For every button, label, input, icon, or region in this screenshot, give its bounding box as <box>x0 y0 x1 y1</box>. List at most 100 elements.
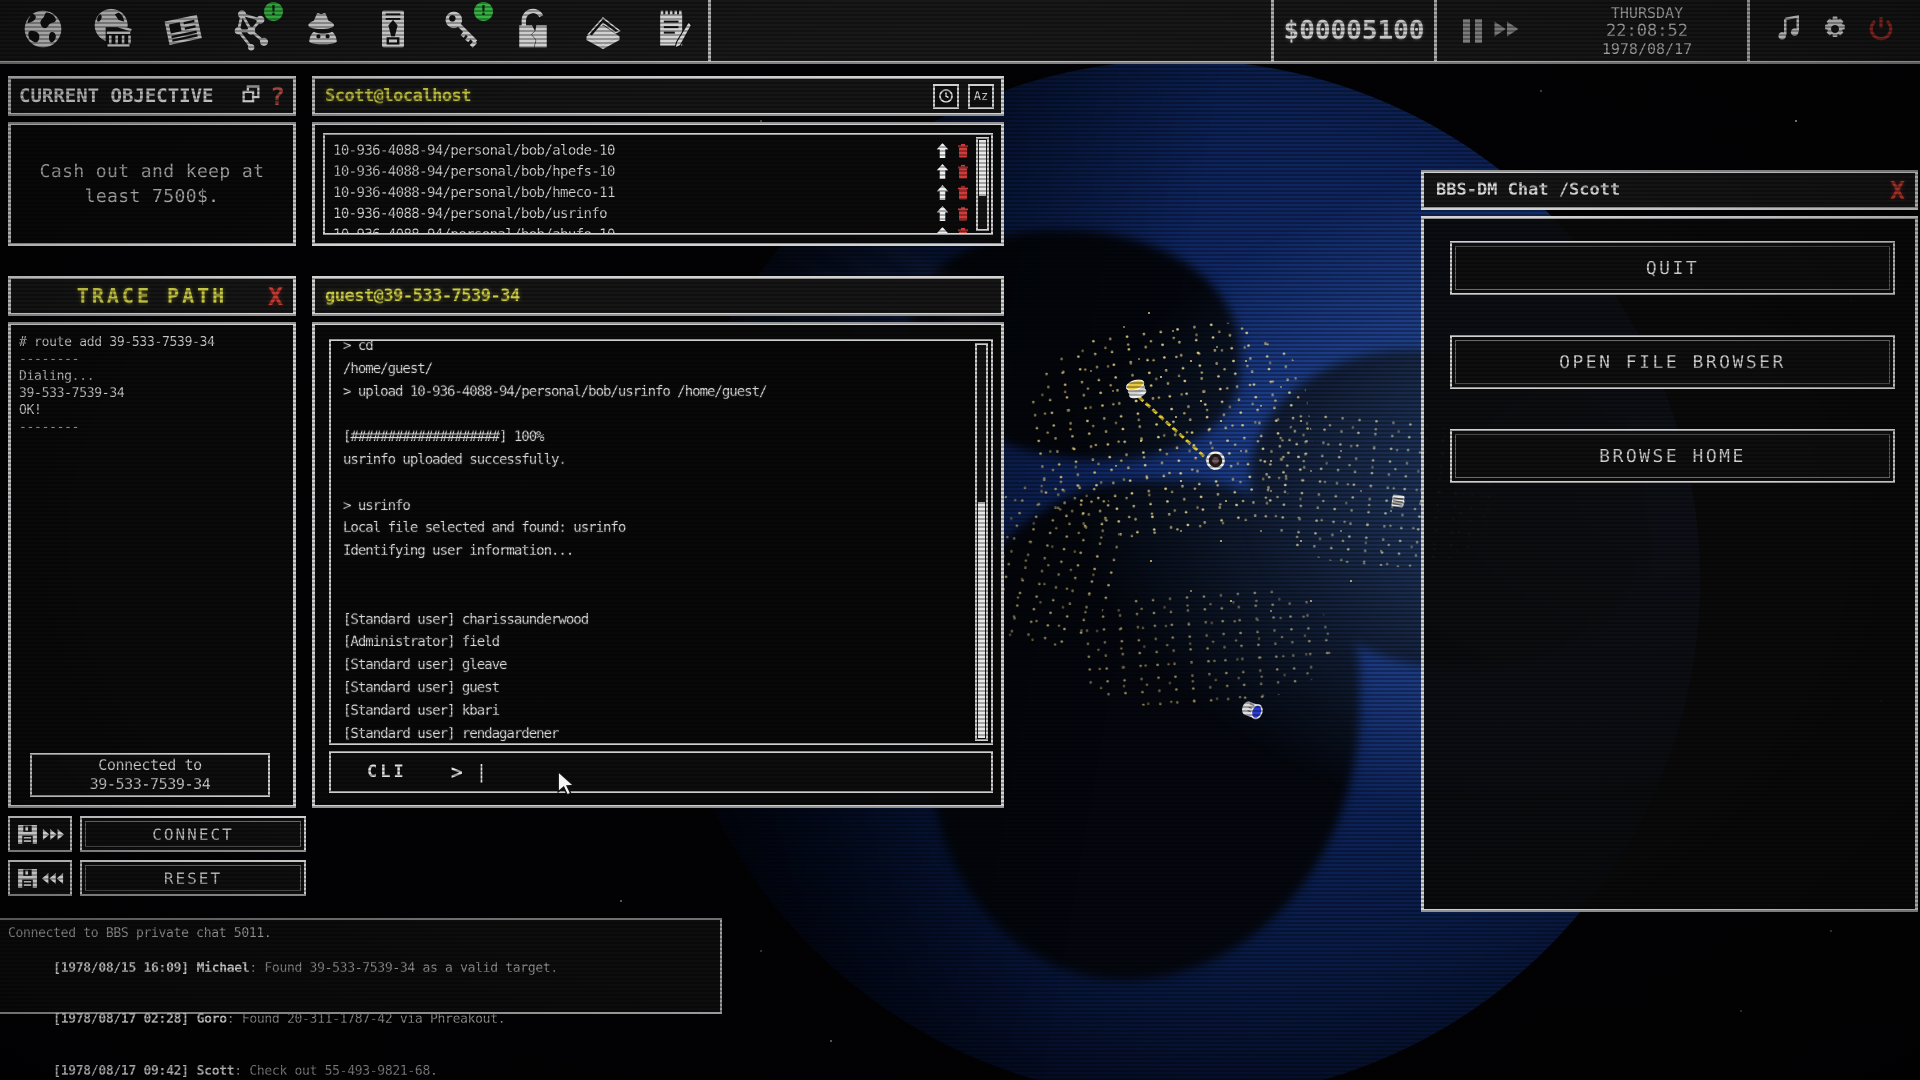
trace-log-line: OK! <box>19 402 285 419</box>
delete-icon[interactable] <box>957 164 969 179</box>
scrollbar[interactable] <box>976 137 989 231</box>
file-row[interactable]: 10-936-4088-94/personal/bob/hmeco-11 <box>333 182 969 203</box>
pause-button[interactable] <box>1463 19 1482 43</box>
terminal-line: [Standard user] gleave <box>343 654 965 677</box>
file-row[interactable]: 10-936-4088-94/personal/bob/hpefs-10 <box>333 161 969 182</box>
rewind-icon <box>42 872 64 885</box>
server-node-east-marker[interactable] <box>1390 494 1406 513</box>
money-display: $00005100 <box>1271 0 1437 63</box>
fast-forward-icon <box>42 828 64 841</box>
connect-button[interactable]: CONNECT <box>80 816 306 852</box>
cli-input[interactable]: CLI > | <box>329 751 993 793</box>
city-lights-north-africa <box>1076 581 1333 713</box>
upload-icon[interactable] <box>936 143 949 158</box>
file-manager-title: Scott@localhost <box>315 86 471 106</box>
restore-window-button[interactable] <box>240 84 262 109</box>
trace-log-line: -------- <box>19 351 285 368</box>
trace-panel-header: TRACE PATH X <box>8 276 296 316</box>
file-row[interactable]: 10-936-4088-94/personal/bob/usrinfo <box>333 203 969 224</box>
bbs-log-intro: Connected to BBS private chat 5011. <box>8 925 712 942</box>
toolbar-button-spy[interactable] <box>288 0 358 63</box>
music-button[interactable] <box>1774 14 1804 48</box>
save-rewind-button[interactable] <box>8 860 72 896</box>
delete-icon[interactable] <box>957 143 969 158</box>
toolbar-button-dossier[interactable] <box>358 0 428 63</box>
terminal-line: [Standard user] charissaunderwood <box>343 609 965 632</box>
delete-icon[interactable] <box>957 206 969 221</box>
time-controls <box>1437 0 1547 63</box>
trace-title: TRACE PATH <box>77 284 227 308</box>
terminal-line: [Standard user] guest <box>343 677 965 700</box>
floppy-icon <box>17 868 38 889</box>
server-node-south-marker[interactable] <box>1239 699 1266 726</box>
message-user: Goro <box>197 1012 227 1027</box>
scrollbar-thumb[interactable] <box>978 502 985 738</box>
terminal-line: [Standard user] kbari <box>343 700 965 723</box>
toolbar-button-news[interactable] <box>148 0 218 63</box>
sort-alpha-button[interactable]: Az <box>968 84 994 109</box>
notes-icon <box>651 7 695 55</box>
power-button[interactable] <box>1866 14 1896 48</box>
quit-button[interactable]: QUIT <box>1450 241 1895 295</box>
alert-badge: ! <box>264 2 283 21</box>
save-forward-button[interactable] <box>8 816 72 852</box>
toolbar-button-notes[interactable] <box>638 0 708 63</box>
bbs-chat-log: Connected to BBS private chat 5011. [197… <box>0 918 722 1014</box>
scrollbar-thumb[interactable] <box>979 140 986 196</box>
fast-forward-button[interactable] <box>1492 19 1522 43</box>
toolbar-button-world[interactable] <box>8 0 78 63</box>
scrollbar[interactable] <box>975 343 988 741</box>
topbar-separator <box>708 0 711 63</box>
file-path: 10-936-4088-94/personal/bob/hpefs-10 <box>333 164 928 180</box>
status-line: Connected to <box>98 756 202 775</box>
date-label: 1978/08/17 <box>1547 40 1747 58</box>
terminal-output: > cd /home/guest/ > upload 10-936-4088-9… <box>329 339 993 745</box>
terminal-line: /home/guest/ <box>343 358 965 381</box>
help-button[interactable]: ? <box>270 84 285 109</box>
close-icon[interactable]: X <box>1890 178 1915 203</box>
hop-node-marker[interactable] <box>1205 450 1226 475</box>
trace-panel-body: # route add 39-533-7539-34 -------- Dial… <box>8 322 296 808</box>
toolbar-button-network[interactable]: ! <box>218 0 288 63</box>
toolbar-button-manuals[interactable] <box>568 0 638 63</box>
bbs-log-message: [1978/08/15 16:09]Michael: Found 39-533-… <box>8 942 712 994</box>
delete-icon[interactable] <box>957 185 969 200</box>
settings-gear-button[interactable] <box>1820 14 1850 48</box>
terminal-line <box>343 586 965 609</box>
upload-icon[interactable] <box>936 164 949 179</box>
bank-icon <box>91 7 135 55</box>
toolbar-button-bank[interactable] <box>78 0 148 63</box>
toolbar-button-keys[interactable]: ! <box>428 0 498 63</box>
source-node-marker[interactable] <box>1123 376 1149 404</box>
close-icon[interactable]: X <box>268 284 293 309</box>
browse-home-button[interactable]: BROWSE HOME <box>1450 429 1895 483</box>
cli-prompt: > <box>451 760 463 784</box>
file-row[interactable]: 10-936-4088-94/personal/bob/abufo-10 <box>333 224 969 235</box>
upload-icon[interactable] <box>936 227 949 235</box>
objective-title: CURRENT OBJECTIVE <box>11 85 213 107</box>
bbs-log-message: [1978/08/17 02:28]Goro: Found 20-311-178… <box>8 994 712 1046</box>
book-icon <box>581 7 625 55</box>
trace-log: # route add 39-533-7539-34 -------- Dial… <box>19 334 285 436</box>
datetime-display: THURSDAY 22:08:52 1978/08/17 <box>1547 4 1747 58</box>
sort-time-button[interactable] <box>933 84 959 109</box>
reset-button[interactable]: RESET <box>80 860 306 896</box>
chat-panel-header: BBS-DM Chat /Scott X <box>1421 170 1918 210</box>
message-user: Michael <box>197 961 250 976</box>
trace-log-line: -------- <box>19 419 285 436</box>
terminal-line <box>343 563 965 586</box>
mouse-cursor <box>556 770 576 802</box>
terminal-line: > usrinfo <box>343 495 965 518</box>
dossier-icon <box>371 7 415 55</box>
alert-badge: ! <box>474 2 493 21</box>
terminal-line: > cd <box>343 339 965 358</box>
toolbar-button-cracker[interactable] <box>498 0 568 63</box>
file-row[interactable]: 10-936-4088-94/personal/bob/alode-10 <box>333 140 969 161</box>
upload-icon[interactable] <box>936 185 949 200</box>
open-file-browser-button[interactable]: OPEN FILE BROWSER <box>1450 335 1895 389</box>
status-line: 39-533-7539-34 <box>90 775 211 794</box>
delete-icon[interactable] <box>957 227 969 235</box>
file-list: 10-936-4088-94/personal/bob/alode-10 10-… <box>323 133 993 235</box>
upload-icon[interactable] <box>936 206 949 221</box>
terminal-line: [Administrator] field <box>343 631 965 654</box>
